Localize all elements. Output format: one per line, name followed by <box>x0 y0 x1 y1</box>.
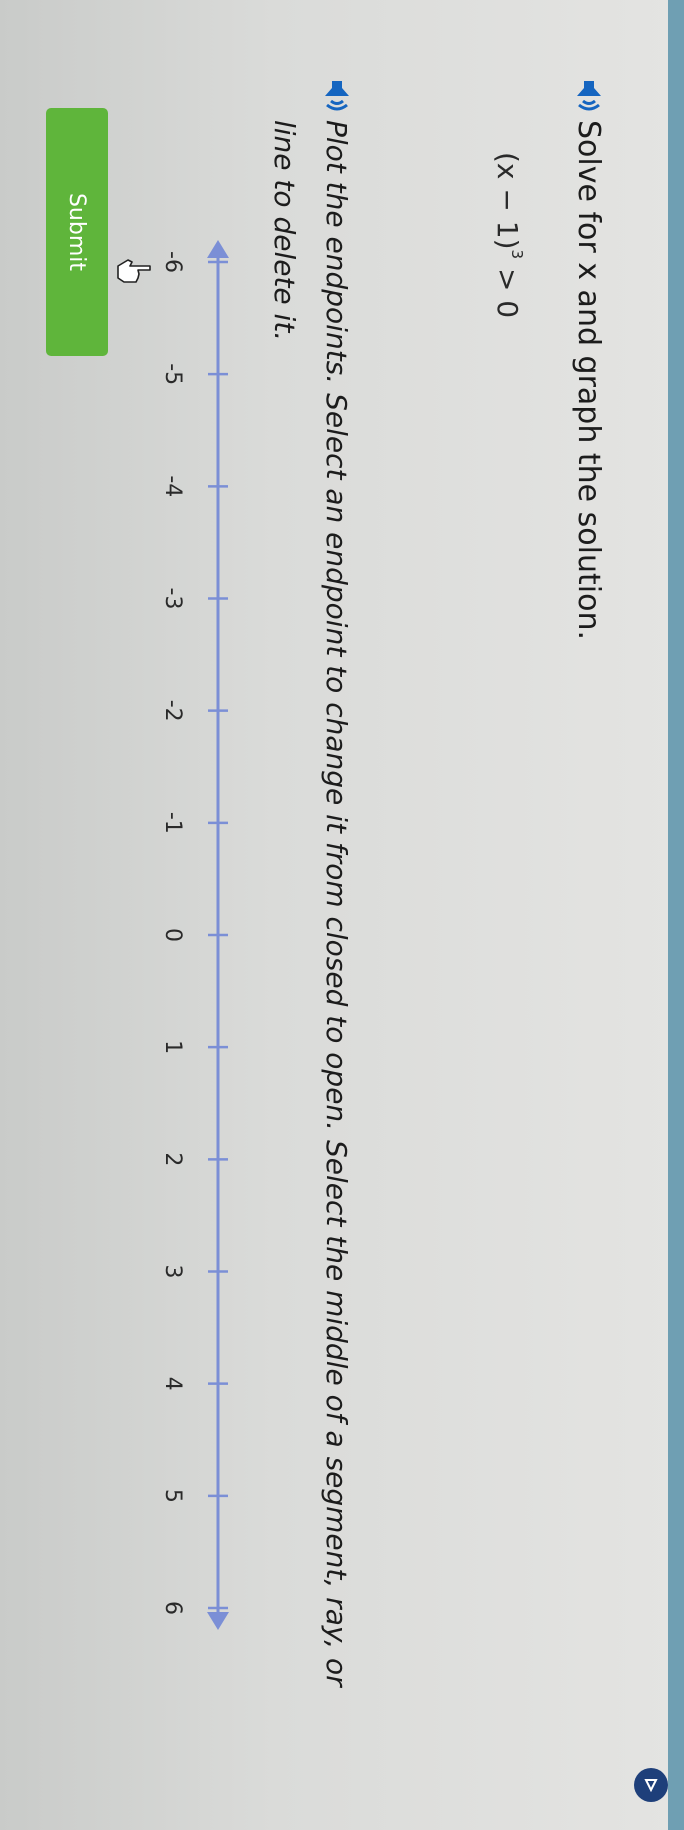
page: Solve for x and graph the solution. (x −… <box>0 0 684 1830</box>
right-arrow-icon <box>207 1612 229 1630</box>
tick-label: 3 <box>160 1265 185 1279</box>
tick-label: -1 <box>160 812 185 834</box>
expression-exponent: 3 <box>508 249 527 260</box>
question-title: Solve for x and graph the solution. <box>571 120 606 640</box>
tick-label: 5 <box>160 1489 185 1503</box>
tick-label: 4 <box>160 1377 185 1391</box>
inequality-expression: (x − 1)3 > 0 <box>491 152 527 319</box>
tick-label: 2 <box>160 1152 185 1166</box>
tick-label: 6 <box>160 1601 185 1615</box>
expression-relation: > 0 <box>491 259 524 319</box>
corner-button[interactable] <box>634 1768 668 1802</box>
speaker-icon[interactable] <box>324 80 350 114</box>
tick-label: 1 <box>160 1040 185 1054</box>
number-line[interactable]: -6 -5 -4 -3 -2 -1 0 1 2 3 4 5 6 <box>108 200 248 1670</box>
tick-label: -2 <box>160 700 185 722</box>
top-bar <box>668 0 684 1830</box>
tick-label: -4 <box>160 475 185 497</box>
triangle-icon <box>644 1779 658 1792</box>
speaker-icon[interactable] <box>576 80 602 114</box>
pointing-hand-icon <box>117 259 151 283</box>
expression-base: (x − 1) <box>491 152 524 250</box>
tick-label: -3 <box>160 588 185 610</box>
submit-button[interactable]: Submit <box>46 108 108 356</box>
tick-label: -5 <box>160 363 185 385</box>
rotated-content: Solve for x and graph the solution. (x −… <box>0 0 684 1830</box>
submit-label: Submit <box>64 192 90 272</box>
tick-label: 0 <box>160 928 185 942</box>
instructions: Plot the endpoints. Select an endpoint t… <box>268 120 353 1687</box>
left-arrow-icon <box>207 240 229 258</box>
tick-label: -6 <box>160 251 185 273</box>
